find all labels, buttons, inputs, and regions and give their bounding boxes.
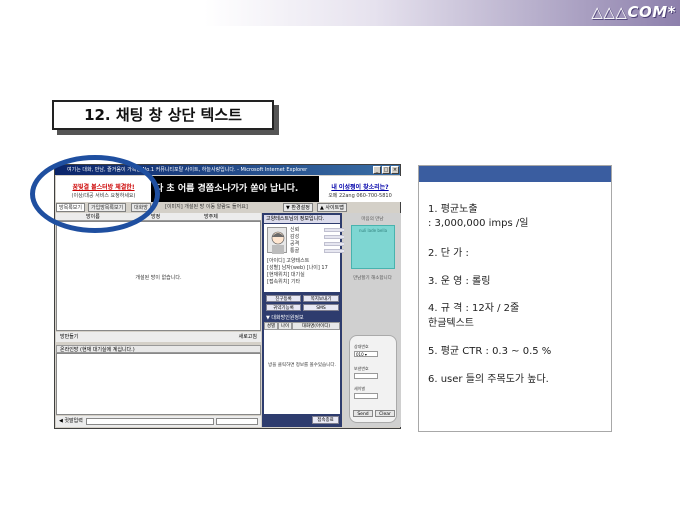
send-note-button[interactable]: 쪽지보내기 bbox=[303, 295, 339, 302]
top-banner: △△△COM* bbox=[0, 0, 680, 26]
column-room-status: 방정 bbox=[151, 214, 161, 220]
company-logo: △△△COM* bbox=[591, 3, 676, 21]
side-ad-panel: 마음의 만남 nuli lade bella 만남할기 해소합니다 상대번호 0… bbox=[344, 213, 401, 427]
profile-id: [아이디] 고양테스트 bbox=[267, 258, 310, 264]
whisper-label: ◀ 귓말입력 bbox=[59, 418, 83, 424]
chat-input[interactable] bbox=[86, 418, 214, 425]
ad-right-subtext: 오메 22ang 060-700-5810 bbox=[328, 193, 392, 199]
disconnect-button[interactable]: 접속종료 bbox=[312, 416, 339, 424]
minimize-button[interactable]: _ bbox=[373, 166, 381, 174]
slide-title-box: 12. 채팅 창 상단 텍스트 bbox=[52, 100, 274, 130]
refresh-button[interactable]: 새로고침 bbox=[239, 332, 257, 342]
sms-clear-button[interactable]: Clear bbox=[375, 410, 395, 417]
create-room-button[interactable]: 방만들기 bbox=[60, 332, 78, 342]
members-col-age: 나이 bbox=[278, 322, 292, 330]
profile-location: [현재위치] 대기실 bbox=[267, 272, 305, 278]
ad-banner-right[interactable]: 내 이성쩡이 찾소리는? 오메 22ang 060-700-5810 bbox=[319, 176, 401, 202]
profile-title: 고양테스트님의 정보입니다. bbox=[264, 215, 340, 223]
stat-label: 통골 bbox=[290, 248, 300, 254]
stat-label: 공격 bbox=[290, 241, 300, 247]
profile-access: [접속위치] 기타 bbox=[267, 279, 301, 285]
side-ad-caption: 만남할기 해소합니다 bbox=[353, 276, 392, 281]
settings-button[interactable]: ▼ 환경설정 bbox=[283, 203, 313, 212]
sms-message-input[interactable] bbox=[354, 393, 378, 399]
chat-target-select[interactable] bbox=[216, 418, 258, 425]
chat-area-header: 온라인방 (현재 대기실에 계십니다.) bbox=[56, 345, 261, 353]
info-line-spec-detail: 한글텍스트 bbox=[428, 318, 474, 329]
info-line-impressions: 1. 평균노출 bbox=[428, 204, 478, 215]
ad-right-headline: 내 이성쩡이 찾소리는? bbox=[331, 184, 389, 191]
info-line-operation: 3. 운 영 : 롤링 bbox=[428, 276, 491, 287]
members-col-nickname: 대화명(아이디) bbox=[292, 322, 340, 330]
info-line-impressions-value: : 3,000,000 imps /일 bbox=[428, 218, 529, 229]
stat-label: 신뢰 bbox=[290, 227, 300, 233]
room-notice: [이미지] 개설된 방 이동 알람도 들어요] bbox=[165, 204, 248, 210]
members-hint: 방을 클릭하면 정보를 볼수있습니다. bbox=[268, 363, 336, 368]
side-ad-label: 마음의 만남 bbox=[361, 217, 384, 222]
room-members-title: ▼ 대화방인원정보 bbox=[266, 315, 304, 321]
sms-field-label: 상대번호 bbox=[354, 344, 369, 349]
stat-sense: 감성0 bbox=[290, 234, 357, 240]
sms-field-label: 세이벌 bbox=[354, 386, 366, 391]
info-box-header bbox=[419, 166, 611, 182]
chat-log[interactable] bbox=[56, 353, 261, 415]
room-members-panel: 성별 나이 대화명(아이디) 방을 클릭하면 정보를 볼수있습니다. bbox=[264, 322, 340, 414]
info-line-spec: 4. 규 격 : 12자 / 2줄 bbox=[428, 303, 520, 314]
user-profile-panel: 고양테스트님의 정보입니다. 신뢰0 감성0 공격0 통골0 [아이디] 고양테… bbox=[262, 213, 357, 427]
column-room-topic: 방주제 bbox=[204, 214, 218, 220]
sms-button[interactable]: SMS bbox=[303, 304, 339, 311]
sms-recipient-input[interactable]: 010 ▾ bbox=[354, 351, 378, 357]
stat-trust: 신뢰0 bbox=[290, 227, 357, 233]
room-list-footer: 방만들기 새로고침 bbox=[56, 332, 261, 342]
stat-attack: 공격0 bbox=[290, 241, 357, 247]
info-line-ctr: 5. 평균 CTR : 0.3 ~ 0.5 % bbox=[428, 346, 552, 357]
members-col-gender: 성별 bbox=[264, 322, 278, 330]
profile-gender-age: [성별] 남자(web) [나이] 17 bbox=[267, 265, 328, 271]
sms-sender-input[interactable] bbox=[354, 373, 378, 379]
slide-title: 12. 채팅 창 상단 텍스트 bbox=[84, 106, 242, 124]
profile-card: 신뢰0 감성0 공격0 통골0 [아이디] 고양테스트 [성별] 남자(web)… bbox=[264, 224, 357, 292]
sms-widget: 상대번호 010 ▾ 보낸번호 세이벌 Send Clear bbox=[349, 335, 397, 423]
avatar bbox=[267, 227, 287, 254]
close-button[interactable]: × bbox=[391, 166, 399, 174]
add-friend-button[interactable]: 친구등록 bbox=[266, 295, 301, 302]
register-button[interactable]: 귀약기능록 bbox=[266, 304, 301, 311]
stat-label: 감성 bbox=[290, 234, 300, 240]
info-line-price: 2. 단 가 : bbox=[428, 248, 469, 259]
chat-input-row: ◀ 귓말입력 bbox=[56, 416, 261, 427]
side-ad-image-text: nuli lade bella bbox=[358, 228, 388, 233]
info-box: 1. 평균노출 : 3,000,000 imps /일 2. 단 가 : 3. … bbox=[418, 165, 612, 432]
side-ad-image[interactable]: nuli lade bella bbox=[351, 225, 395, 269]
stat-total: 통골0 bbox=[290, 248, 357, 254]
sms-field-label: 보낸번호 bbox=[354, 366, 369, 371]
maximize-button[interactable]: □ bbox=[382, 166, 390, 174]
highlight-ellipse bbox=[30, 155, 160, 233]
info-line-attention: 6. user 들의 주목도가 높다. bbox=[428, 374, 549, 385]
room-list-empty-message: 개설된 방이 없습니다. bbox=[135, 275, 182, 281]
room-list[interactable]: 개설된 방이 없습니다. bbox=[56, 221, 261, 331]
sms-send-button[interactable]: Send bbox=[353, 410, 373, 417]
ad-banner-text[interactable]: 다 초 어름 경쯤소나가가 쏟아 납니다. bbox=[151, 176, 319, 202]
sitemap-button[interactable]: ▲ 사이트맵 bbox=[317, 203, 347, 212]
